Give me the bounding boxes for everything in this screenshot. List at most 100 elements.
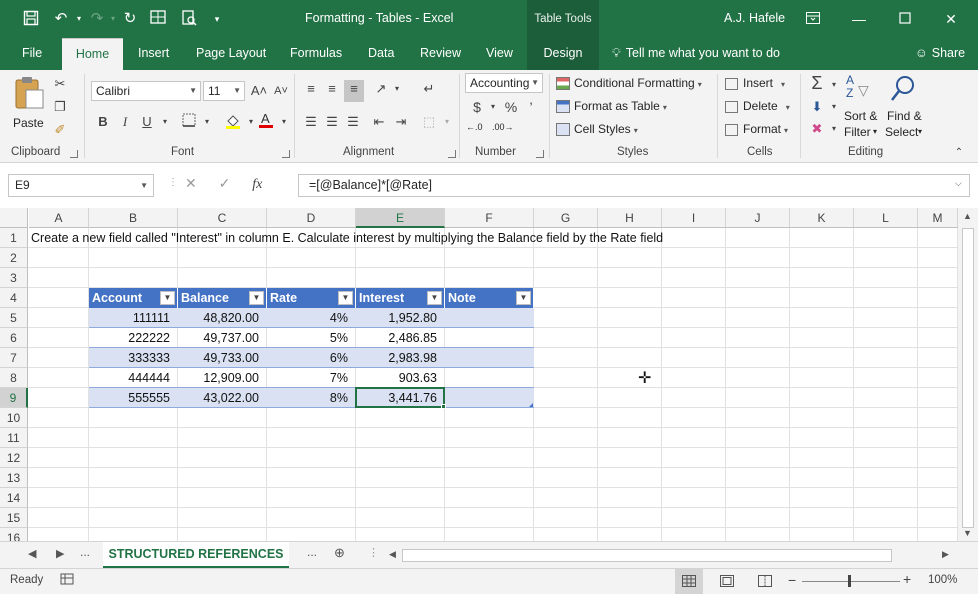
row-header-10[interactable]: 10 [0,408,28,428]
page-break-view-icon[interactable] [758,575,772,590]
filter-dropdown-icon[interactable]: ▼ [427,291,442,305]
tab-page-layout[interactable]: Page Layout [196,38,266,70]
column-header-j[interactable]: J [726,208,790,228]
ribbon-display-options-icon[interactable] [802,8,824,30]
column-header-g[interactable]: G [534,208,598,228]
format-cells-button[interactable]: Format ▾ [725,122,788,136]
italic-button[interactable]: I [116,113,134,131]
table-cell[interactable] [445,348,534,368]
autosum-dropdown-icon[interactable]: ▾ [825,76,843,94]
fill-dropdown-icon[interactable]: ▾ [825,98,843,116]
minimize-icon[interactable]: — [848,8,870,30]
table-cell[interactable]: 8% [267,388,356,408]
collapse-ribbon-icon[interactable]: ⌃ [950,144,968,162]
conditional-formatting-button[interactable]: Conditional Formatting ▾ [556,76,702,91]
row-header-9[interactable]: 9 [0,388,28,408]
increase-decimal-button[interactable]: ←.0 [466,122,483,132]
fill-icon[interactable]: ⬇ [808,98,826,116]
table-cell[interactable]: 48,820.00 [178,308,267,328]
table-header-rate[interactable]: Rate ▼ [267,288,356,308]
row-header-13[interactable]: 13 [0,468,28,488]
cell-styles-button[interactable]: Cell Styles ▾ [556,122,638,137]
table-header-note[interactable]: Note ▼ [445,288,534,308]
select-all-corner[interactable] [0,208,28,228]
column-header-c[interactable]: C [178,208,267,228]
align-right-icon[interactable]: ☰ [344,113,362,131]
filter-dropdown-icon[interactable]: ▼ [516,291,531,305]
column-header-a[interactable]: A [29,208,89,228]
fill-handle[interactable] [441,404,446,409]
zoom-in-icon[interactable]: + [903,571,911,587]
comma-style-button[interactable]: ’ [522,98,540,116]
row-header-4[interactable]: 4 [0,288,28,308]
table-cell[interactable]: 111111 [89,308,178,328]
increase-indent-icon[interactable]: ⇥ [392,113,410,131]
row-header-1[interactable]: 1 [0,228,28,248]
cancel-entry-icon[interactable]: ✕ [185,175,197,191]
filter-dropdown-icon[interactable]: ▼ [338,291,353,305]
scroll-left-icon[interactable]: ◀ [389,549,396,560]
scroll-up-icon[interactable]: ▲ [963,211,972,221]
font-color-icon[interactable]: A [257,111,275,129]
borders-icon[interactable] [180,113,198,131]
table-cell[interactable]: 903.63 [356,368,445,388]
bold-button[interactable]: B [94,113,112,131]
table-cell[interactable]: 333333 [89,348,178,368]
table-cell[interactable]: 43,022.00 [178,388,267,408]
align-bottom-icon[interactable]: ≡ [344,80,364,102]
column-header-b[interactable]: B [89,208,178,228]
format-as-table-button[interactable]: Format as Table ▾ [556,99,667,114]
insert-cells-button[interactable]: Insert ▾ [725,76,785,90]
undo-icon[interactable]: ↶ [52,10,70,28]
tab-review[interactable]: Review [420,38,461,70]
row-header-5[interactable]: 5 [0,308,28,328]
zoom-slider[interactable] [802,575,900,587]
decrease-indent-icon[interactable]: ⇤ [370,113,388,131]
decrease-font-icon[interactable]: A˅ [272,82,290,100]
font-color-dropdown-icon[interactable]: ▾ [275,113,293,131]
merge-center-icon[interactable]: ⬚ [420,113,438,131]
macro-record-icon[interactable] [60,572,74,589]
autosum-icon[interactable]: Σ [808,74,826,92]
tab-formulas[interactable]: Formulas [290,38,342,70]
underline-button[interactable]: U [138,113,156,131]
table-header-balance[interactable]: Balance ▼ [178,288,267,308]
name-box[interactable]: E9 ▼ [8,174,154,197]
wrap-text-icon[interactable]: ↵ [420,80,438,98]
clear-dropdown-icon[interactable]: ▾ [825,120,843,138]
tab-home[interactable]: Home [62,38,123,70]
filter-dropdown-icon[interactable]: ▼ [160,291,175,305]
decrease-decimal-button[interactable]: .00→ [492,122,514,132]
normal-view-button[interactable] [675,569,703,594]
tab-data[interactable]: Data [368,38,394,70]
table-cell[interactable]: 5% [267,328,356,348]
vertical-scrollbar[interactable]: ▲ ▼ [958,208,978,541]
font-launcher-icon[interactable] [282,150,290,158]
row-header-12[interactable]: 12 [0,448,28,468]
column-header-f[interactable]: F [445,208,534,228]
table-grid-icon[interactable] [149,10,167,28]
vertical-scroll-thumb[interactable] [962,228,974,528]
user-name[interactable]: A.J. Hafele [724,11,785,25]
tab-split-grip-icon[interactable]: ⋮ [368,546,379,559]
table-cell[interactable]: 49,733.00 [178,348,267,368]
row-header-15[interactable]: 15 [0,508,28,528]
table-cell[interactable]: 222222 [89,328,178,348]
row-header-16[interactable]: 16 [0,528,28,541]
tab-insert[interactable]: Insert [138,38,169,70]
font-name-dropdown[interactable]: Calibri ▼ [91,81,201,101]
table-cell[interactable]: 6% [267,348,356,368]
table-cell[interactable] [445,388,534,408]
tab-file[interactable]: File [22,38,42,70]
merge-dropdown-icon[interactable]: ▾ [438,113,456,131]
table-cell[interactable]: 2,983.98 [356,348,445,368]
borders-dropdown-icon[interactable]: ▾ [198,113,216,131]
increase-font-icon[interactable]: A˄ [250,82,268,100]
confirm-entry-icon[interactable]: ✓ [219,175,231,191]
scroll-right-icon[interactable]: ▶ [942,549,949,560]
clear-icon[interactable]: ✖ [808,120,826,138]
row-header-3[interactable]: 3 [0,268,28,288]
close-icon[interactable]: ✕ [940,8,962,30]
column-header-m[interactable]: M [918,208,958,228]
table-cell[interactable]: 12,909.00 [178,368,267,388]
